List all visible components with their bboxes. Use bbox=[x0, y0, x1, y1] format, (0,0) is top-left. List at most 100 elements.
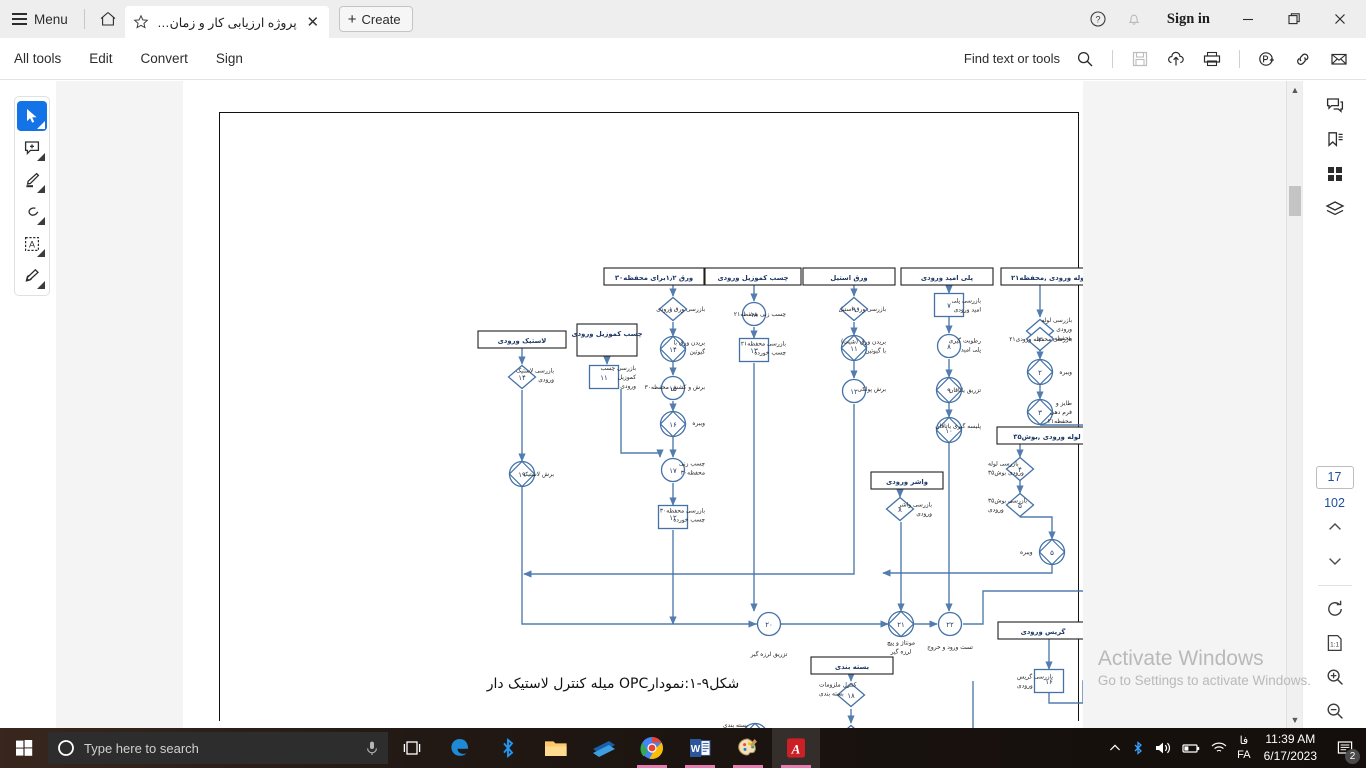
notifications-button[interactable] bbox=[1117, 0, 1151, 38]
wifi-button[interactable] bbox=[1210, 740, 1228, 756]
rotate-page-button[interactable] bbox=[1315, 591, 1355, 625]
battery-icon bbox=[1181, 741, 1201, 755]
menu-all-tools[interactable]: All tools bbox=[0, 38, 75, 80]
print-button[interactable] bbox=[1195, 44, 1229, 74]
close-window-button[interactable] bbox=[1318, 0, 1362, 38]
clock[interactable]: 11:39 AM 6/17/2023 bbox=[1260, 731, 1321, 765]
vertical-scrollbar[interactable]: ▲ ▼ bbox=[1286, 81, 1302, 728]
current-page-input[interactable]: 17 bbox=[1316, 466, 1354, 490]
svg-text:واشر ورودی: واشر ورودی bbox=[886, 478, 928, 486]
clock-time: 11:39 AM bbox=[1264, 731, 1317, 748]
share-link-button[interactable] bbox=[1286, 44, 1320, 74]
bluetooth-taskbar-icon[interactable] bbox=[484, 728, 532, 768]
edge-taskbar-icon[interactable] bbox=[436, 728, 484, 768]
star-icon[interactable] bbox=[133, 14, 149, 30]
notification-count-badge: 2 bbox=[1345, 749, 1360, 764]
search-button[interactable] bbox=[1068, 44, 1102, 74]
menu-convert[interactable]: Convert bbox=[127, 38, 202, 80]
menu-button[interactable]: Menu bbox=[0, 0, 78, 38]
minimize-icon bbox=[1241, 12, 1255, 26]
file-explorer-taskbar-icon[interactable] bbox=[532, 728, 580, 768]
upload-button[interactable] bbox=[1159, 44, 1193, 74]
task-view-button[interactable] bbox=[388, 728, 436, 768]
acrobat-taskbar-icon[interactable]: A bbox=[772, 728, 820, 768]
language-indicator[interactable]: فا FA bbox=[1237, 734, 1250, 762]
home-button[interactable] bbox=[91, 0, 125, 38]
svg-text:ویبره: ویبره bbox=[1059, 370, 1072, 376]
scroll-down-button[interactable]: ▼ bbox=[1287, 711, 1303, 728]
acrobat-icon: A bbox=[784, 736, 808, 760]
svg-text:طایز وفرم دهیمحفظه۲۱: طایز وفرم دهیمحفظه۲۱ bbox=[1048, 401, 1073, 425]
bluetooth-app-icon bbox=[498, 736, 518, 760]
titlebar-divider bbox=[84, 9, 85, 29]
menu-sign[interactable]: Sign bbox=[202, 38, 257, 80]
maximize-button[interactable] bbox=[1272, 0, 1316, 38]
show-hidden-icons-button[interactable] bbox=[1108, 741, 1122, 755]
help-button[interactable]: ? bbox=[1081, 0, 1115, 38]
scroll-up-button[interactable]: ▲ bbox=[1287, 81, 1303, 98]
svg-text:پلیسه گیری یاتاقان: پلیسه گیری یاتاقان bbox=[935, 422, 981, 430]
draw-tool-button[interactable] bbox=[17, 197, 47, 227]
svg-text:۱۱: ۱۱ bbox=[600, 374, 608, 382]
svg-text:۲۱: ۲۱ bbox=[897, 621, 905, 629]
chrome-taskbar-icon[interactable] bbox=[628, 728, 676, 768]
save-button[interactable] bbox=[1123, 44, 1157, 74]
link-icon bbox=[1293, 50, 1313, 68]
language-line-1: فا bbox=[1237, 734, 1250, 748]
comment-tool-button[interactable] bbox=[17, 133, 47, 163]
sign-in-button[interactable]: Sign in bbox=[1153, 11, 1224, 28]
bookmarks-panel-button[interactable] bbox=[1315, 123, 1355, 157]
page-thumbnails-button[interactable] bbox=[1315, 157, 1355, 191]
close-tab-button[interactable]: ✕ bbox=[305, 14, 321, 30]
sign-tool-button[interactable] bbox=[17, 261, 47, 291]
app-blue-icon bbox=[591, 737, 617, 759]
zoom-in-button[interactable] bbox=[1315, 660, 1355, 694]
layers-panel-button[interactable] bbox=[1315, 191, 1355, 225]
clock-date: 6/17/2023 bbox=[1264, 748, 1317, 765]
paint-taskbar-icon[interactable] bbox=[724, 728, 772, 768]
svg-text:۲: ۲ bbox=[1038, 369, 1042, 377]
next-page-button[interactable] bbox=[1315, 544, 1355, 578]
figure-caption: شکل۹-۱:نمودارOPC میله کنترل لاستیک دار bbox=[183, 676, 1043, 692]
bluetooth-tray-button[interactable] bbox=[1131, 740, 1145, 756]
svg-text:۱۷: ۱۷ bbox=[669, 467, 677, 475]
create-button-label: Create bbox=[362, 12, 401, 27]
highlight-tool-button[interactable] bbox=[17, 165, 47, 195]
select-tool-button[interactable] bbox=[17, 101, 47, 131]
document-tab[interactable]: پروژه ارزیابی کار و زمان ... ✕ bbox=[125, 6, 329, 38]
opc-flow-diagram: میلگرد ورودیلوله ورودی ,محفظه۲۱پلی امید … bbox=[183, 81, 1083, 728]
comments-panel-button[interactable] bbox=[1315, 89, 1355, 123]
svg-text:بازرسی ورق استیل: بازرسی ورق استیل bbox=[838, 306, 886, 313]
svg-text:?: ? bbox=[1095, 15, 1100, 25]
text-select-tool-button[interactable]: A bbox=[17, 229, 47, 259]
svg-text:۱۴: ۱۴ bbox=[669, 346, 677, 354]
battery-button[interactable] bbox=[1181, 741, 1201, 755]
taskbar-search-input[interactable]: Type here to search bbox=[84, 741, 356, 756]
minimize-button[interactable] bbox=[1226, 0, 1270, 38]
taskbar-search-box[interactable]: Type here to search bbox=[48, 732, 388, 764]
fit-page-button[interactable]: 1:1 bbox=[1315, 626, 1355, 660]
create-button[interactable]: + Create bbox=[339, 6, 413, 32]
svg-text:لاستیک ورودی: لاستیک ورودی bbox=[498, 337, 547, 345]
svg-text:بسته بندی: بسته بندی bbox=[835, 663, 869, 671]
previous-page-button[interactable] bbox=[1315, 510, 1355, 544]
title-bar: Menu پروژه ارزیابی کار و زمان ... ✕ + Cr… bbox=[0, 0, 1366, 38]
zoom-out-button[interactable] bbox=[1315, 694, 1355, 728]
svg-text:برش پولکی: برش پولکی bbox=[857, 386, 886, 393]
page-thumbnails-icon bbox=[1325, 164, 1345, 184]
add-stamp-button[interactable] bbox=[1250, 44, 1284, 74]
volume-button[interactable] bbox=[1154, 740, 1172, 756]
document-viewport[interactable]: میلگرد ورودیلوله ورودی ,محفظه۲۱پلی امید … bbox=[56, 81, 1302, 728]
svg-text:لوله ورودی ,محفظه۲۱: لوله ورودی ,محفظه۲۱ bbox=[1011, 274, 1083, 282]
action-center-button[interactable]: 2 bbox=[1330, 728, 1360, 768]
email-button[interactable] bbox=[1322, 44, 1356, 74]
svg-text:ویبره: ویبره bbox=[1020, 550, 1033, 556]
svg-text:۱۱: ۱۱ bbox=[850, 345, 858, 353]
word-taskbar-icon[interactable]: W bbox=[676, 728, 724, 768]
start-button[interactable] bbox=[0, 728, 48, 768]
scrollbar-thumb[interactable] bbox=[1289, 186, 1301, 216]
menu-divider-1 bbox=[1112, 50, 1113, 68]
pdf-page: میلگرد ورودیلوله ورودی ,محفظه۲۱پلی امید … bbox=[183, 81, 1083, 728]
menu-edit[interactable]: Edit bbox=[75, 38, 126, 80]
app-blue-taskbar-icon[interactable] bbox=[580, 728, 628, 768]
